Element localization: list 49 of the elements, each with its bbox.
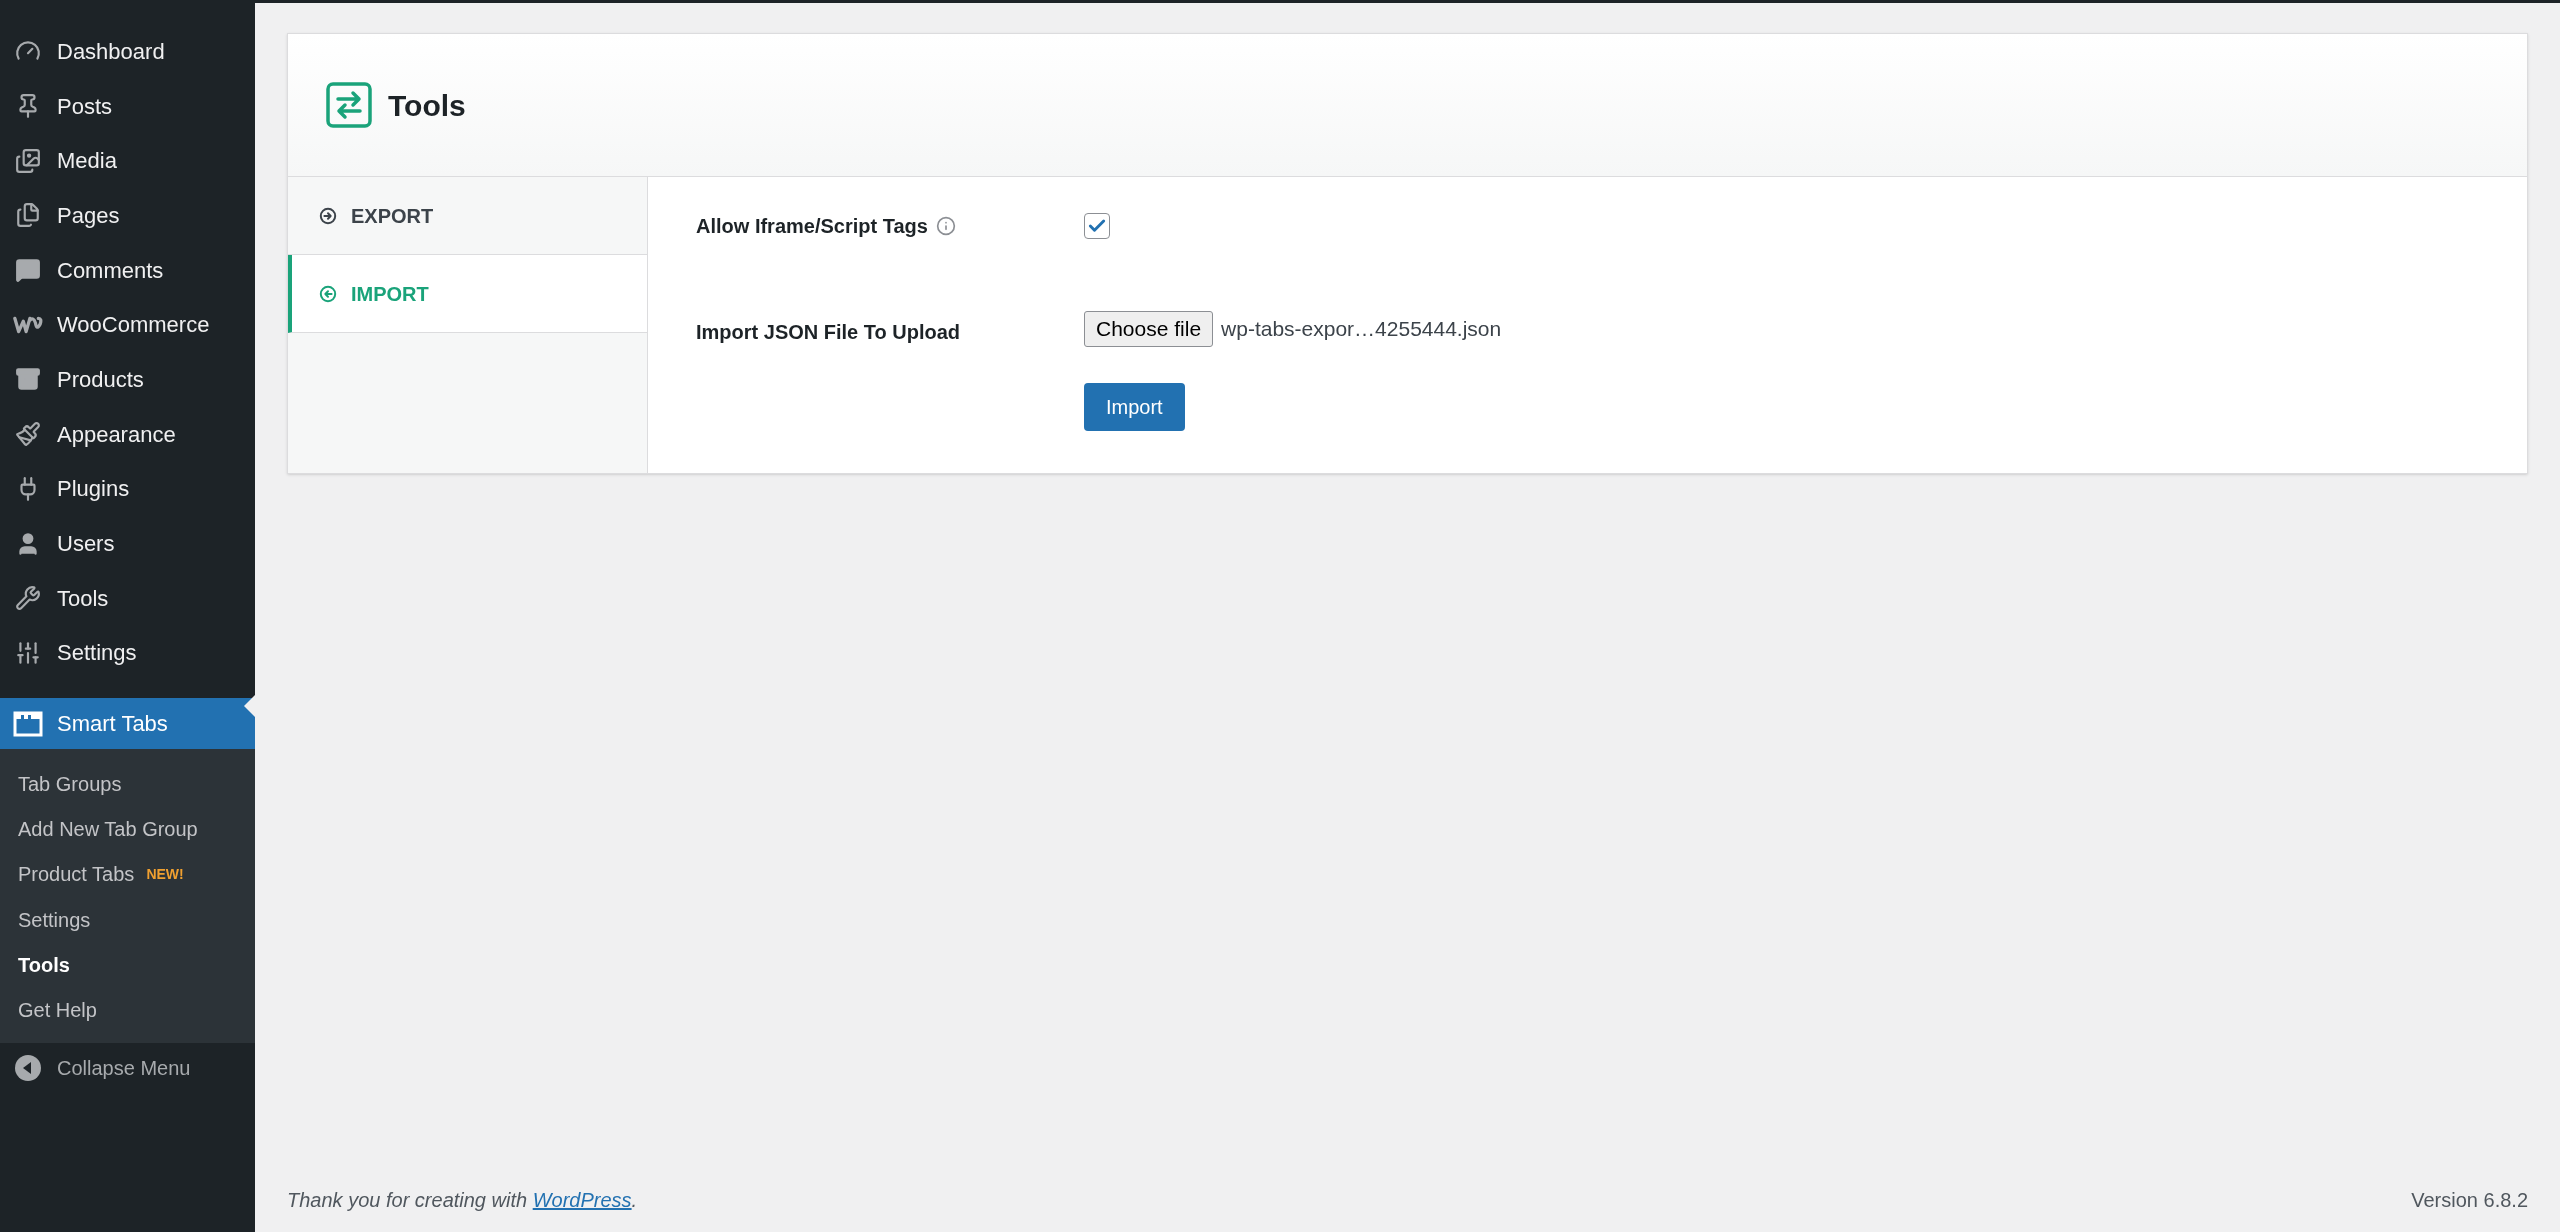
pages-icon	[15, 202, 41, 229]
sidebar-menu-item[interactable]: Dashboard	[0, 24, 255, 79]
sidebar-menu-item[interactable]: WooCommerce	[0, 297, 255, 353]
submenu-item[interactable]: Tab Groups	[0, 761, 255, 807]
submenu-item[interactable]: Get Help	[0, 987, 255, 1034]
submenu-item[interactable]: Add New Tab Group	[0, 806, 255, 852]
window-icon	[13, 710, 43, 737]
current-page-pointer	[244, 695, 255, 718]
sidebar-menu-item[interactable]: Users	[0, 516, 255, 571]
submenu-label: Add New Tab Group	[18, 817, 198, 843]
sidebar-menu-item[interactable]: Appearance	[0, 406, 255, 462]
swap-arrows-icon	[326, 82, 372, 128]
wrench-icon	[15, 585, 41, 612]
images-icon	[15, 147, 41, 174]
sidebar-menu-item[interactable]: Plugins	[0, 461, 255, 517]
wordpress-link[interactable]: WordPress	[532, 1189, 632, 1211]
import-button[interactable]: Import	[1084, 383, 1185, 431]
sidebar-menu-item[interactable]: Media	[0, 133, 255, 189]
sidebar-menu-item[interactable]: Posts	[0, 78, 255, 134]
sidebar-menu-item[interactable]: Tools	[0, 570, 255, 626]
version-text: Version 6.8.2	[2411, 1188, 2528, 1213]
setting-label: Import JSON File To Upload	[696, 321, 961, 343]
submenu-item[interactable]: Tools	[0, 942, 255, 988]
collapse-menu-button[interactable]: Collapse Menu	[0, 1043, 255, 1094]
page-title: Tools	[388, 87, 466, 124]
submenu-item[interactable]: Settings	[0, 897, 255, 943]
choose-file-button[interactable]: Choose file	[1084, 311, 1214, 347]
allow-tags-checkbox[interactable]	[1084, 213, 1110, 239]
submenu-label: Get Help	[18, 998, 97, 1024]
w-logo-icon	[13, 314, 43, 335]
submenu-label: Settings	[18, 907, 91, 933]
sidebar-menu-item[interactable]: Pages	[0, 188, 255, 243]
submenu-item[interactable]: Product Tabs NEW!	[0, 851, 255, 898]
paintbrush-icon	[15, 421, 41, 448]
sliders-icon	[15, 639, 41, 666]
sidebar-menu-item[interactable]: Smart Tabs	[0, 698, 255, 750]
submenu-label: Product Tabs	[18, 862, 135, 888]
sidebar-menu-item[interactable]: Products	[0, 352, 255, 407]
file-name: wp-tabs-expor…4255444.json	[1221, 316, 1502, 343]
info-icon[interactable]	[935, 216, 956, 236]
submenu-label: Tab Groups	[18, 771, 122, 797]
submenu-label: Tools	[18, 953, 70, 979]
archive-box-icon	[15, 366, 41, 393]
footer-credit: Thank you for creating with WordPress.	[287, 1188, 638, 1213]
sidebar-menu-item[interactable]: Settings	[0, 625, 255, 681]
sidebar-menu-item[interactable]: Comments	[0, 242, 255, 298]
speech-bubble-icon	[15, 257, 41, 284]
new-label: NEW!	[146, 865, 184, 884]
setting-label: Allow Iframe/Script Tags	[696, 214, 928, 239]
